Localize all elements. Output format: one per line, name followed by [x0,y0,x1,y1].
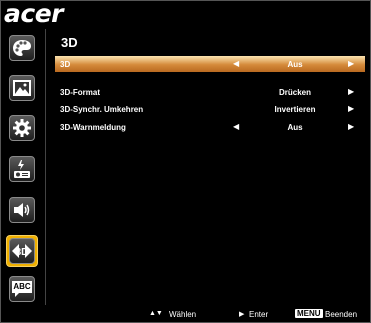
menu-row-value: Aus [287,123,303,132]
arrow-right-icon[interactable]: ▶ [348,59,354,68]
sidebar: 3D ABC [3,30,43,304]
menu-row-label: 3D-Format [60,88,101,97]
arrow-right-icon[interactable]: ▶ [348,87,354,96]
arrow-right-icon[interactable]: ▶ [348,104,354,113]
sidebar-divider [45,29,46,305]
page-title: 3D [61,35,78,50]
enter-arrow-icon: ▶ [239,311,245,318]
gear-icon [12,118,32,138]
up-down-arrows-icon: ▲▼ [149,310,163,317]
menu-row-3d-format[interactable]: 3D-Format Drücken ▶ [55,84,365,100]
menu-row-3d-warning[interactable]: 3D-Warnmeldung ◀ Aus ▶ [55,119,365,135]
speaker-icon [12,201,32,219]
sidebar-item-image[interactable] [9,75,35,101]
footer-hints: ▲▼ Wählen ▶ Enter MENU Beenden [1,307,371,323]
select-hint-label: Wählen [169,310,197,319]
menu-row-3d[interactable]: 3D ◀ Aus ▶ [55,56,365,72]
arrow-left-icon[interactable]: ◀ [233,122,239,131]
menu-row-label: 3D [60,60,71,69]
menu-row-value: Drücken [278,88,311,97]
exit-hint-label: Beenden [325,310,358,319]
arrow-right-icon[interactable]: ▶ [348,122,354,131]
sidebar-item-audio[interactable] [9,197,35,223]
menu-key-label: MENU [295,309,323,318]
sidebar-item-3d[interactable]: 3D [6,235,38,267]
menu-key-icon: MENU [295,309,323,318]
sidebar-item-color[interactable] [9,35,35,61]
osd-menu: acer 3D ABC 3D 3D ◀ Aus ▶ 3D-Format Drüc… [0,0,371,323]
language-icon-label: ABC [13,282,31,291]
svg-text:3D: 3D [16,247,29,258]
image-icon [12,79,32,97]
arrow-left-icon[interactable]: ◀ [233,59,239,68]
sidebar-item-settings[interactable] [9,115,35,141]
menu-row-label: 3D-Synchr. Umkehren [60,105,144,114]
sidebar-item-management[interactable] [9,156,35,182]
lamp-icon [12,159,32,179]
menu-row-label: 3D-Warnmeldung [60,123,126,132]
3d-icon: 3D [11,241,33,261]
acer-logo: acer [4,0,63,28]
menu-row-3d-sync-invert[interactable]: 3D-Synchr. Umkehren Invertieren ▶ [55,101,365,117]
menu-row-value: Aus [287,60,303,69]
sidebar-item-language[interactable]: ABC [9,276,35,302]
color-palette-icon [12,38,32,58]
enter-hint-label: Enter [249,310,269,319]
speech-bubble-icon: ABC [11,280,33,298]
menu-row-value: Invertieren [274,105,316,114]
